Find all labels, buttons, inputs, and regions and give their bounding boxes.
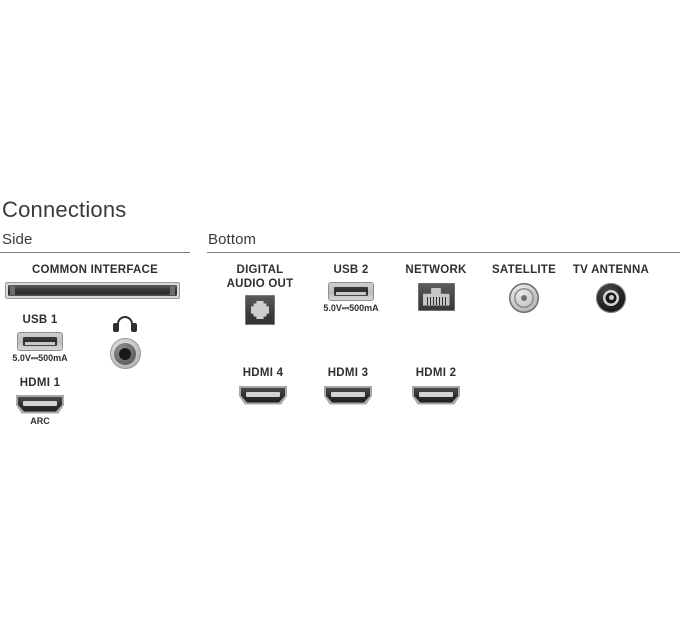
usb-port-icon: [17, 331, 63, 351]
section-rule-side: [0, 252, 190, 253]
headphone-jack-icon: [109, 338, 141, 369]
port-common-interface[interactable]: COMMON INTERFACE: [5, 264, 185, 299]
port-label-common-interface: COMMON INTERFACE: [31, 264, 159, 276]
hdmi-port-icon: [239, 385, 287, 405]
port-label-hdmi-2: HDMI 2: [415, 367, 457, 379]
port-hdmi-4[interactable]: HDMI 4: [223, 367, 303, 405]
port-label-hdmi-4: HDMI 4: [242, 367, 284, 379]
hdmi-port-icon: [324, 385, 372, 405]
section-heading-bottom: Bottom: [208, 231, 257, 248]
port-satellite[interactable]: SATELLITE: [484, 264, 564, 313]
port-network[interactable]: NETWORK: [396, 264, 476, 311]
port-hdmi-3[interactable]: HDMI 3: [308, 367, 388, 405]
section-heading-side: Side: [2, 231, 33, 248]
port-label-digital-audio-out-line2: AUDIO OUT: [226, 277, 294, 290]
hdmi-port-icon: [16, 394, 64, 414]
coax-satellite-icon: [509, 282, 539, 313]
section-rule-bottom: [207, 252, 680, 253]
ci-slot-icon: [5, 281, 180, 299]
usb-port-icon: [328, 281, 374, 301]
port-spec-usb-1: 5.0V⎓500mA: [12, 352, 68, 363]
port-usb-1[interactable]: USB 1 5.0V⎓500mA: [0, 314, 80, 364]
port-spec-usb-2: 5.0V⎓500mA: [323, 302, 379, 313]
port-label-satellite: SATELLITE: [491, 264, 556, 276]
port-sublabel-hdmi-1-arc: ARC: [30, 415, 50, 426]
port-label-network: NETWORK: [405, 264, 467, 276]
port-digital-audio-out[interactable]: DIGITAL AUDIO OUT: [215, 264, 305, 325]
optical-port-icon: [245, 295, 275, 325]
port-label-digital-audio-out-line1: DIGITAL: [236, 264, 284, 276]
port-hdmi-2[interactable]: HDMI 2: [396, 367, 476, 405]
coax-antenna-icon: [596, 282, 626, 313]
port-tv-antenna[interactable]: TV ANTENNA: [568, 264, 654, 313]
page-title: Connections: [2, 197, 127, 222]
headphone-icon: [113, 316, 137, 333]
port-label-tv-antenna: TV ANTENNA: [572, 264, 650, 276]
port-label-hdmi-3: HDMI 3: [327, 367, 369, 379]
port-usb-2[interactable]: USB 2 5.0V⎓500mA: [311, 264, 391, 314]
rj45-port-icon: [417, 282, 455, 311]
connections-diagram: Connections Side Bottom COMMON INTERFACE…: [0, 0, 680, 630]
port-label-usb-2: USB 2: [333, 264, 369, 276]
hdmi-port-icon: [412, 385, 460, 405]
port-label-usb-1: USB 1: [22, 314, 58, 326]
port-headphone[interactable]: [96, 316, 154, 369]
port-label-hdmi-1: HDMI 1: [19, 377, 61, 389]
port-hdmi-1[interactable]: HDMI 1 ARC: [0, 377, 80, 427]
